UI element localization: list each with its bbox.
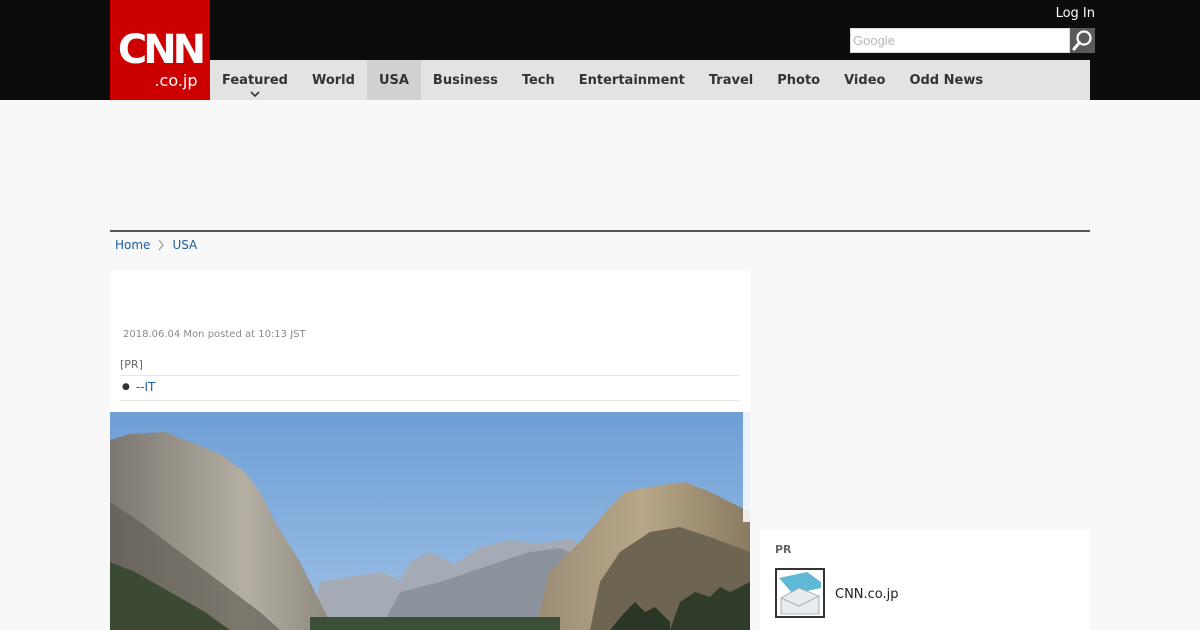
pr-link[interactable]: --IT bbox=[136, 380, 156, 394]
nav-label: Photo bbox=[777, 72, 821, 88]
breadcrumb: Home USA bbox=[115, 238, 197, 252]
nav-item-world[interactable]: World bbox=[300, 60, 367, 100]
nav-label: USA bbox=[378, 72, 409, 88]
nav-label: Entertainment bbox=[578, 72, 685, 88]
search-box bbox=[850, 28, 1095, 53]
nav-item-travel[interactable]: Travel bbox=[697, 60, 765, 100]
login-link[interactable]: Log In bbox=[1056, 6, 1095, 21]
nav-item-tech[interactable]: Tech bbox=[510, 60, 567, 100]
nav-label: Tech bbox=[521, 72, 555, 88]
cnn-logo[interactable]: CNN .co.jp bbox=[110, 0, 210, 100]
section-divider bbox=[110, 230, 1090, 232]
yosemite-valley-image bbox=[110, 412, 750, 630]
logo-text: CNN bbox=[118, 27, 203, 73]
pr-block: [PR] ● --IT bbox=[120, 358, 740, 401]
bullet-icon: ● bbox=[122, 382, 130, 392]
nav-item-photo[interactable]: Photo bbox=[765, 60, 832, 100]
nav-label: Odd News bbox=[909, 72, 984, 88]
nav-item-business[interactable]: Business bbox=[421, 60, 510, 100]
breadcrumb-home[interactable]: Home bbox=[115, 238, 150, 252]
nav-label: World bbox=[311, 72, 355, 88]
article-photo bbox=[110, 412, 750, 630]
ad-space bbox=[110, 100, 1090, 230]
chevron-right-icon bbox=[158, 239, 165, 251]
nav-label: Video bbox=[844, 72, 886, 88]
nav-item-entertainment[interactable]: Entertainment bbox=[567, 60, 697, 100]
sidebar-pr-title[interactable]: CNN.co.jp bbox=[835, 587, 899, 602]
main-nav: Featured World USA Business Tech Enterta… bbox=[210, 60, 1090, 100]
nav-label: Travel bbox=[708, 72, 754, 88]
nav-item-usa[interactable]: USA bbox=[366, 60, 421, 100]
nav-item-featured[interactable]: Featured bbox=[210, 60, 300, 100]
logo-subtext: .co.jp bbox=[154, 71, 197, 90]
nav-label: Featured bbox=[222, 72, 288, 88]
top-header: CNN .co.jp Log In Featured World USA Bus… bbox=[0, 0, 1200, 100]
pr-thumbnail[interactable] bbox=[775, 568, 825, 618]
posted-timestamp: 2018.06.04 Mon posted at 10:13 JST bbox=[123, 329, 306, 340]
nav-label: Business bbox=[432, 72, 498, 88]
sidebar-pr-box: PR CNN.co.jp bbox=[760, 530, 1090, 630]
nav-item-odd-news[interactable]: Odd News bbox=[897, 60, 995, 100]
mail-icon bbox=[777, 570, 823, 616]
search-button[interactable] bbox=[1070, 28, 1095, 53]
pr-label: [PR] bbox=[120, 358, 740, 376]
magnifier-icon bbox=[1072, 30, 1092, 51]
nav-item-video[interactable]: Video bbox=[832, 60, 897, 100]
chevron-down-icon bbox=[250, 91, 260, 98]
breadcrumb-usa[interactable]: USA bbox=[172, 238, 197, 252]
pr-list-item: ● --IT bbox=[120, 376, 740, 401]
sidebar-pr-label: PR bbox=[775, 543, 792, 556]
article-card: 2018.06.04 Mon posted at 10:13 JST [PR] … bbox=[110, 270, 750, 630]
search-input[interactable] bbox=[850, 28, 1070, 53]
